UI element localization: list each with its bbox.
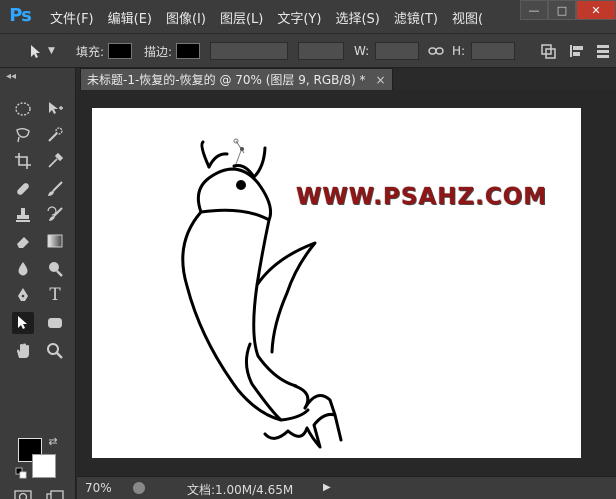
brush-icon[interactable] <box>44 178 66 200</box>
status-menu-arrow-icon[interactable]: ▶ <box>323 482 333 494</box>
document-tab-title: 未标题-1-恢复的-恢复的 @ 70% (图层 9, RGB/8) * <box>87 73 366 87</box>
stroke-type-select[interactable] <box>298 42 344 60</box>
menu-layer[interactable]: 图层(L) <box>220 8 263 27</box>
healing-icon[interactable] <box>12 178 34 200</box>
menu-items: 文件(F) 编辑(E) 图像(I) 图层(L) 文字(Y) 选择(S) 滤镜(T… <box>50 0 497 34</box>
document-info: 文档:1.00M/4.65M <box>187 483 294 497</box>
height-label: H: <box>452 44 466 58</box>
menu-edit[interactable]: 编辑(E) <box>108 8 152 27</box>
fill-swatch[interactable] <box>108 43 133 59</box>
height-input[interactable] <box>471 42 516 60</box>
restore-button[interactable]: □ <box>548 0 576 20</box>
default-colors-icon[interactable] <box>14 466 28 480</box>
photoshop-logo: Ps <box>9 5 32 26</box>
chevron-down-icon: ▼ <box>48 46 55 56</box>
window-controls: — □ ✕ <box>520 0 616 22</box>
menu-type[interactable]: 文字(Y) <box>277 8 321 27</box>
zoom-level[interactable]: 70% <box>85 481 112 495</box>
eyedropper-icon[interactable] <box>44 150 66 172</box>
type-icon[interactable]: T <box>44 284 66 306</box>
path-selection-icon <box>31 45 40 58</box>
minimize-button[interactable]: — <box>520 0 548 20</box>
blur-icon[interactable] <box>12 258 34 280</box>
gradient-icon[interactable] <box>44 230 66 252</box>
stroke-swatch[interactable] <box>176 43 201 59</box>
canvas[interactable] <box>92 108 581 458</box>
stroke-width-select[interactable] <box>210 42 288 60</box>
fill-label: 填充: <box>76 44 105 59</box>
eraser-icon[interactable] <box>12 230 34 252</box>
menu-select[interactable]: 选择(S) <box>335 8 379 27</box>
tool-preset-picker[interactable]: ▼ <box>26 34 55 68</box>
status-share-icon[interactable] <box>133 482 145 494</box>
fish-drawing <box>181 138 343 449</box>
path-operations-icon[interactable] <box>540 43 558 59</box>
move-tool-icon[interactable] <box>44 98 66 120</box>
tools-panel: ◂◂ T ⇄ <box>0 68 76 499</box>
menu-filter[interactable]: 滤镜(T) <box>394 8 438 27</box>
path-selection-icon[interactable] <box>12 312 34 334</box>
document-tab-bar: 未标题-1-恢复的-恢复的 @ 70% (图层 9, RGB/8) * × <box>0 68 616 90</box>
lasso-icon[interactable] <box>12 124 34 146</box>
swap-colors-icon[interactable]: ⇄ <box>46 434 60 448</box>
menu-file[interactable]: 文件(F) <box>50 8 94 27</box>
status-bar: 70% 文档:1.00M/4.65M ▶ <box>77 476 616 499</box>
width-input[interactable] <box>375 42 420 60</box>
width-label: W: <box>354 44 370 58</box>
screen-mode-icon[interactable] <box>44 486 66 499</box>
dodge-icon[interactable] <box>44 258 66 280</box>
shape-icon[interactable] <box>44 312 66 334</box>
stroke-label: 描边: <box>144 44 173 59</box>
collapse-icon[interactable]: ◂◂ <box>6 71 16 82</box>
stamp-icon[interactable] <box>12 204 34 226</box>
pen-icon[interactable] <box>12 284 34 306</box>
document-tab[interactable]: 未标题-1-恢复的-恢复的 @ 70% (图层 9, RGB/8) * × <box>80 68 393 90</box>
marquee-icon[interactable] <box>12 98 34 120</box>
close-button[interactable]: ✕ <box>576 0 616 20</box>
path-alignment-icon[interactable] <box>568 43 586 59</box>
quick-mask-icon[interactable] <box>12 486 34 499</box>
background-color-swatch[interactable] <box>32 454 56 478</box>
menu-image[interactable]: 图像(I) <box>166 8 206 27</box>
link-icon[interactable] <box>428 45 444 57</box>
quick-selection-icon[interactable] <box>44 124 66 146</box>
path-arrangement-icon[interactable] <box>594 43 612 59</box>
watermark-text: WWW.PSAHZ.COM <box>296 184 548 210</box>
zoom-icon[interactable] <box>44 340 66 362</box>
menu-view[interactable]: 视图( <box>452 8 483 27</box>
tab-close-icon[interactable]: × <box>376 73 386 87</box>
crop-icon[interactable] <box>12 150 34 172</box>
history-brush-icon[interactable] <box>44 204 66 226</box>
options-bar: ▼ 填充: 描边: W: H: <box>0 34 616 68</box>
menu-bar: Ps 文件(F) 编辑(E) 图像(I) 图层(L) 文字(Y) 选择(S) 滤… <box>0 0 616 34</box>
hand-icon[interactable] <box>12 340 34 362</box>
